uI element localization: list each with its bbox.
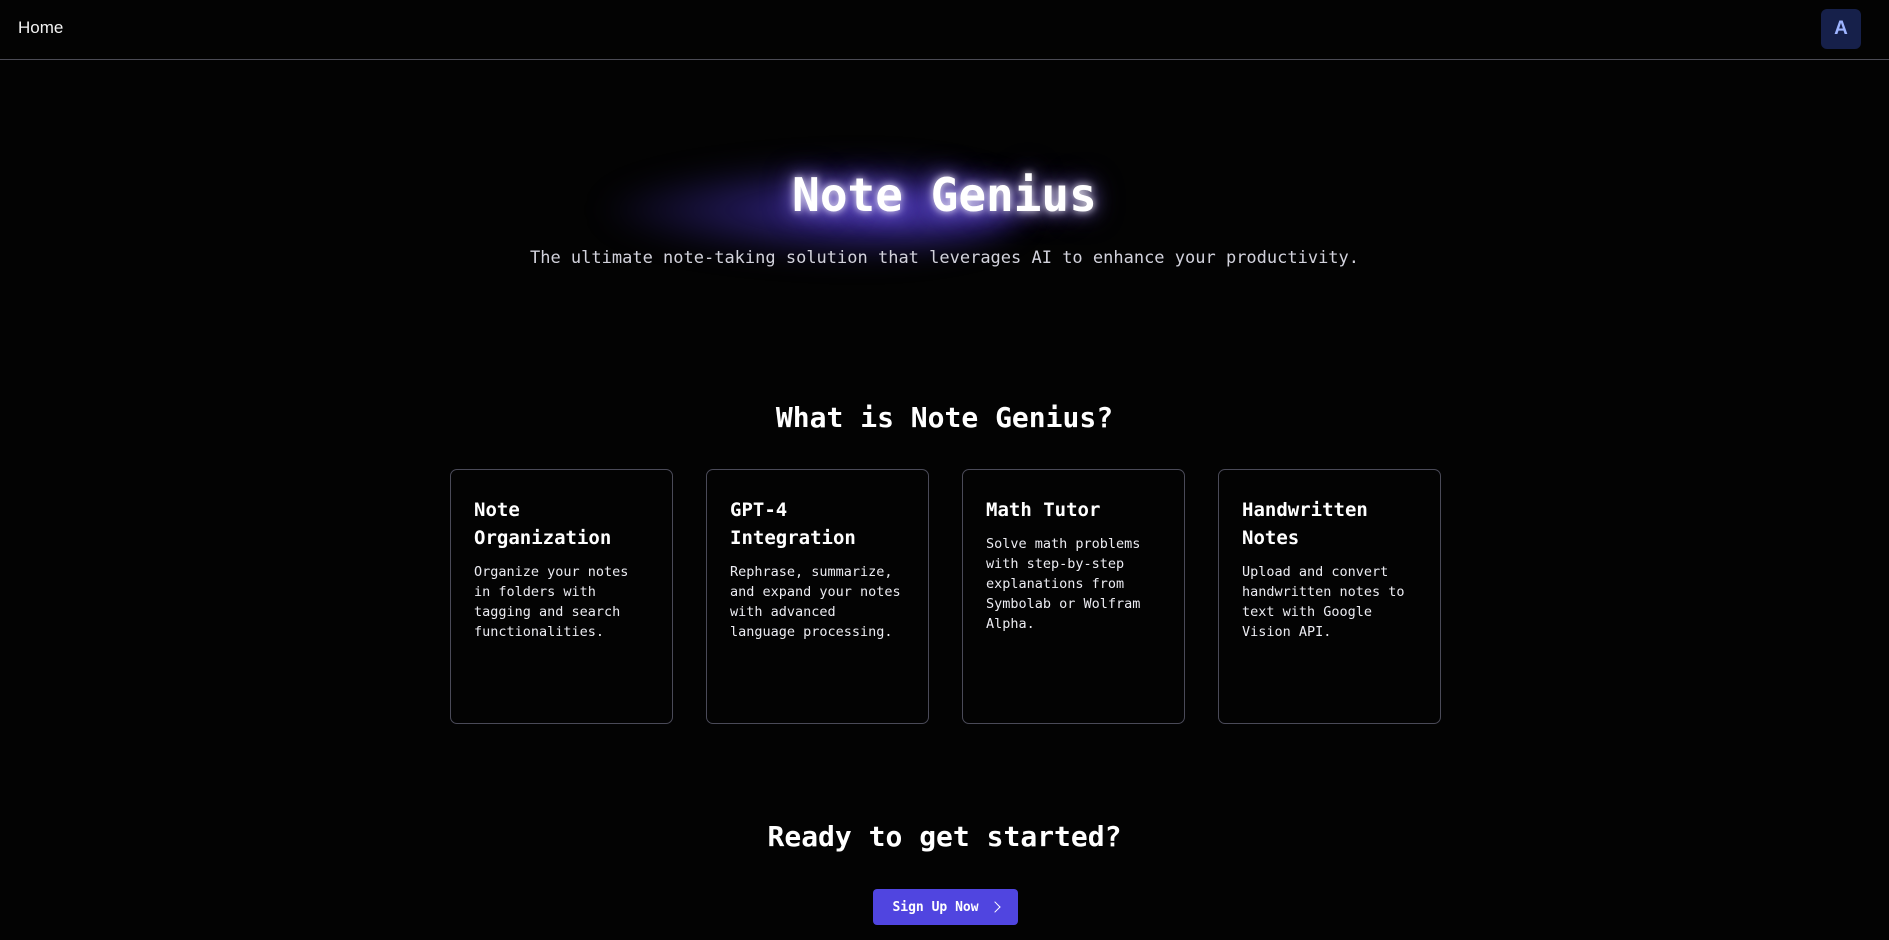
nav-home-link[interactable]: Home — [18, 18, 63, 38]
feature-cards: Note Organization Organize your notes in… — [450, 469, 1441, 724]
top-navbar: Home A — [0, 0, 1889, 60]
feature-card-note-organization: Note Organization Organize your notes in… — [450, 469, 673, 724]
feature-card-handwritten-notes: Handwritten Notes Upload and convert han… — [1218, 469, 1441, 724]
feature-card-gpt4-integration: GPT-4 Integration Rephrase, summarize, a… — [706, 469, 929, 724]
hero-subtitle: The ultimate note-taking solution that l… — [529, 248, 1360, 268]
features-heading: What is Note Genius? — [775, 401, 1114, 434]
feature-card-description: Rephrase, summarize, and expand your not… — [730, 564, 901, 640]
feature-card-description: Solve math problems with step-by-step ex… — [986, 536, 1141, 632]
hero-title: Note Genius — [792, 168, 1097, 222]
feature-card-title: Note Organization — [474, 499, 612, 549]
feature-card-description: Upload and convert handwritten notes to … — [1242, 564, 1405, 640]
sign-up-button[interactable]: Sign Up Now — [873, 889, 1018, 925]
feature-card-title: GPT-4 Integration — [730, 499, 856, 549]
feature-card-title: Math Tutor — [986, 499, 1101, 521]
chevron-right-icon — [988, 901, 1001, 913]
cta-heading: Ready to get started? — [767, 820, 1122, 853]
sign-up-button-label: Sign Up Now — [892, 899, 979, 915]
feature-card-description: Organize your notes in folders with tagg… — [474, 564, 629, 640]
feature-card-title: Handwritten Notes — [1242, 499, 1368, 549]
user-avatar[interactable]: A — [1821, 9, 1861, 49]
feature-card-math-tutor: Math Tutor Solve math problems with step… — [962, 469, 1185, 724]
